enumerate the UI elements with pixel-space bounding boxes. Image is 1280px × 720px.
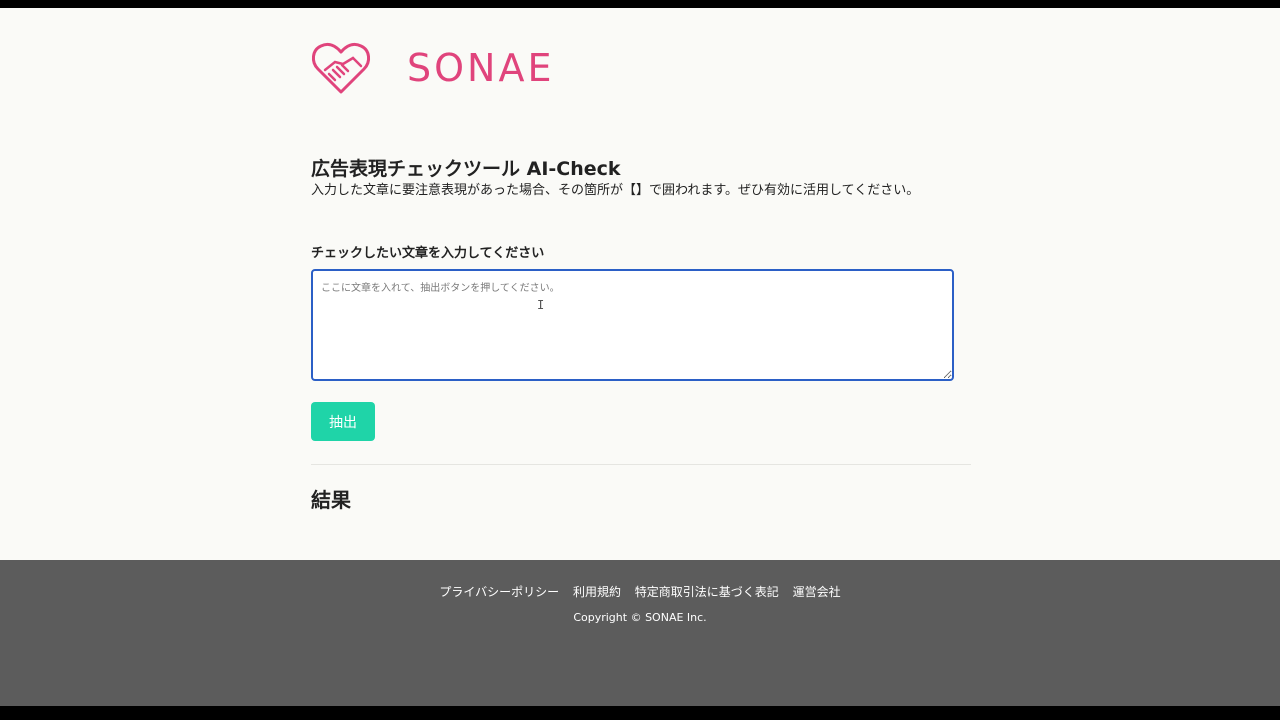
- page-description: 入力した文章に要注意表現があった場合、その箇所が【】で囲われます。ぜひ有効に活用…: [311, 183, 920, 198]
- company-link[interactable]: 運営会社: [793, 585, 841, 599]
- commercial-law-link[interactable]: 特定商取引法に基づく表記: [635, 585, 779, 599]
- terms-link[interactable]: 利用規約: [573, 585, 621, 599]
- divider: [311, 464, 971, 465]
- text-input[interactable]: [311, 269, 954, 381]
- privacy-policy-link[interactable]: プライバシーポリシー: [439, 585, 559, 599]
- extract-button[interactable]: 抽出: [311, 402, 375, 441]
- footer: プライバシーポリシー 利用規約 特定商取引法に基づく表記 運営会社 Copyri…: [0, 560, 1280, 706]
- copyright: Copyright © SONAE Inc.: [573, 611, 707, 624]
- logo-text: SONAE: [407, 46, 555, 90]
- text-cursor-icon: I: [537, 298, 545, 312]
- footer-links: プライバシーポリシー 利用規約 特定商取引法に基づく表記 運営会社: [0, 583, 1280, 600]
- logo[interactable]: SONAE: [311, 40, 554, 96]
- page: SONAE 広告表現チェックツール AI-Check 入力した文章に要注意表現が…: [0, 8, 1280, 560]
- page-title: 広告表現チェックツール AI-Check: [311, 158, 621, 180]
- handshake-heart-icon: [312, 42, 370, 94]
- input-label: チェックしたい文章を入力してください: [311, 246, 545, 261]
- result-heading: 結果: [311, 488, 351, 512]
